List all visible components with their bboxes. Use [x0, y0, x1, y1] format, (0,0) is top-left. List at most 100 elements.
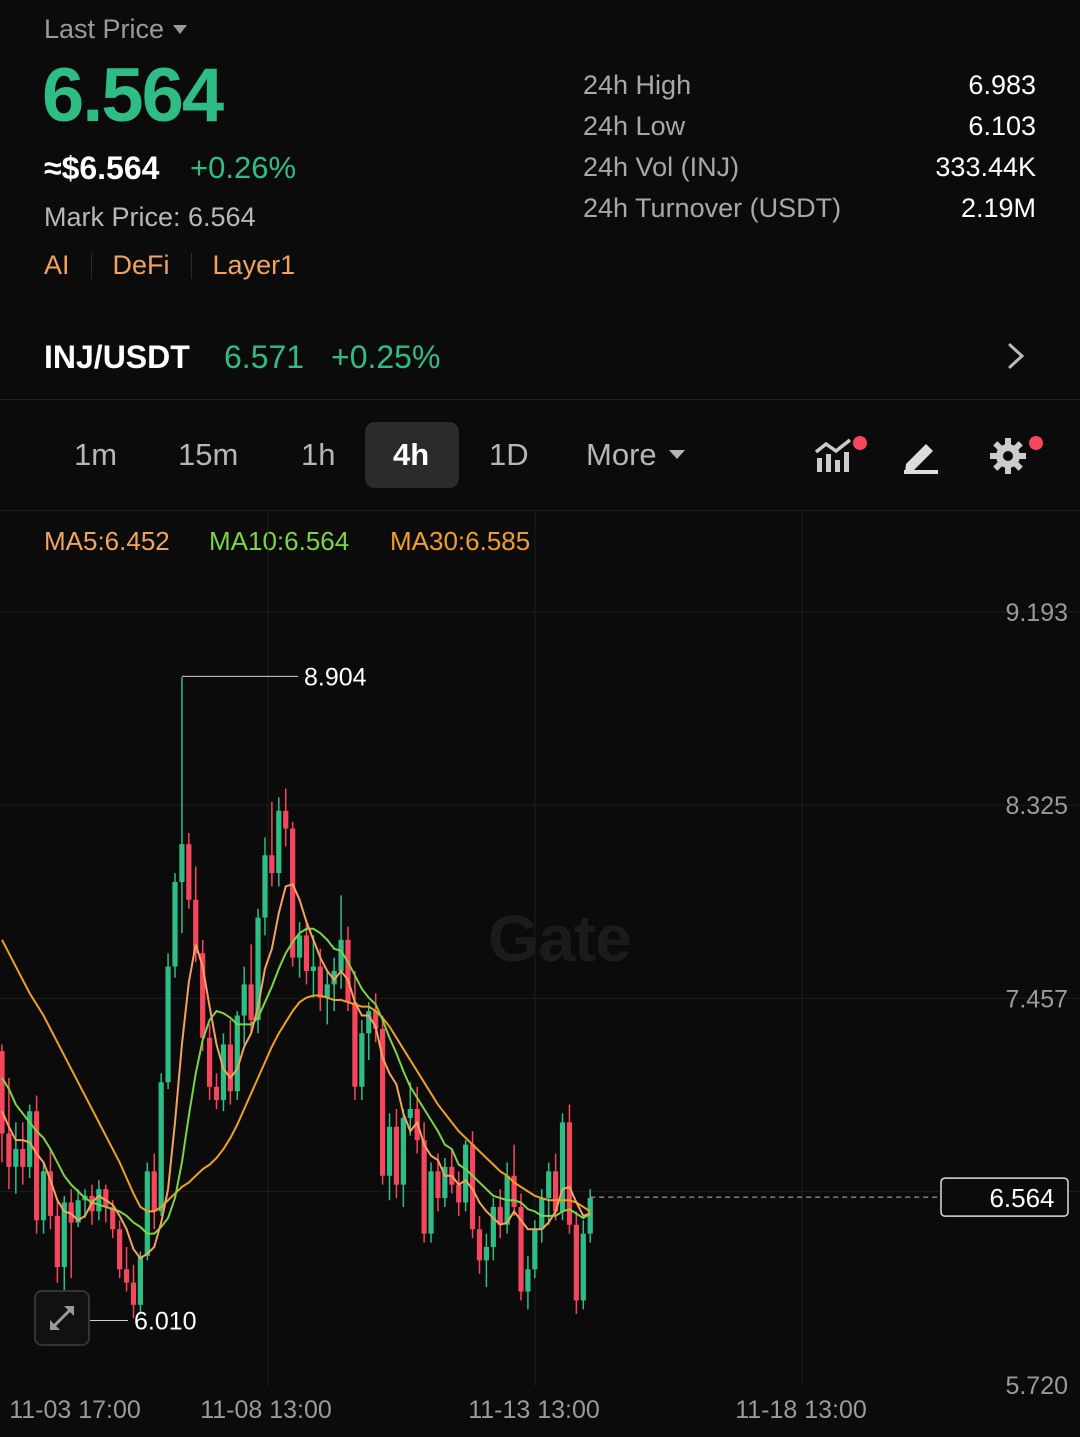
candle-body	[407, 1109, 413, 1118]
last-price-selector[interactable]: Last Price	[44, 14, 188, 45]
settings-gear-icon[interactable]	[988, 434, 1048, 478]
candle-body	[13, 1149, 19, 1167]
expand-button[interactable]	[34, 1290, 90, 1346]
candle-body	[456, 1184, 462, 1203]
tag-ai[interactable]: AI	[44, 250, 70, 281]
ma10-line	[1, 927, 591, 1235]
tab-4h[interactable]: 4h	[393, 437, 429, 473]
candle-body	[54, 1215, 60, 1268]
candle-body	[40, 1171, 47, 1221]
candle-body	[366, 1011, 372, 1034]
candle-body	[546, 1171, 552, 1199]
candle-body	[476, 1229, 483, 1261]
candle-body	[130, 1282, 137, 1305]
stat-value-24h-vol: 333.44K	[935, 152, 1036, 182]
ma30-line	[1, 939, 591, 1213]
candle-body	[283, 810, 289, 829]
candle-body	[317, 966, 323, 998]
mark-price: Mark Price: 6.564	[44, 202, 256, 232]
candle-body	[123, 1269, 130, 1283]
candle-body	[227, 1044, 233, 1092]
candle-body	[463, 1144, 469, 1203]
candle-body	[165, 966, 171, 1083]
candle-body	[269, 855, 275, 874]
tab-1m[interactable]: 1m	[74, 437, 117, 473]
candle-body	[532, 1229, 538, 1270]
candle-body	[386, 1126, 393, 1176]
candle-body	[296, 935, 303, 958]
candle-body	[234, 1015, 240, 1092]
candle-body	[393, 1126, 400, 1185]
divider	[0, 399, 1080, 400]
x-axis-tick-label: 11-18 13:00	[735, 1396, 867, 1424]
candle-body	[324, 984, 330, 998]
candle-body	[0, 1051, 5, 1134]
candle-body	[144, 1171, 150, 1256]
candle-body	[207, 1037, 213, 1087]
candle-body	[345, 939, 351, 1003]
candle-body	[158, 1082, 164, 1212]
stat-value-24h-low: 6.103	[968, 111, 1036, 141]
candle-body	[400, 1117, 406, 1185]
candle-body	[6, 1133, 12, 1167]
candle-body	[179, 844, 185, 882]
price-change-percent: +0.26%	[190, 150, 297, 185]
tag-divider	[90, 252, 92, 279]
candle-body	[359, 1033, 365, 1087]
candle-body	[151, 1171, 157, 1212]
candle-body	[241, 984, 247, 1016]
candle-body	[525, 1269, 531, 1292]
stat-value-24h-high: 6.983	[968, 70, 1036, 100]
pair-change: +0.25%	[331, 339, 441, 375]
x-axis-tick-label: 11-08 13:00	[200, 1396, 332, 1424]
last-price-value: 6.564	[42, 53, 224, 138]
chevron-right-icon[interactable]	[1004, 343, 1028, 369]
more-label: More	[586, 437, 657, 472]
last-price-label: Last Price	[44, 14, 165, 44]
candle-body	[421, 1140, 427, 1234]
candle-body	[490, 1206, 496, 1248]
y-axis-tick-label: 8.325	[1005, 792, 1068, 820]
candle-body	[248, 984, 254, 1020]
candle-body	[435, 1171, 441, 1199]
low-marker-label: 6.010	[134, 1307, 197, 1335]
tab-1h[interactable]: 1h	[301, 437, 335, 473]
tag-defi[interactable]: DeFi	[113, 250, 170, 281]
expand-arrows-icon	[50, 1306, 74, 1330]
tab-15m[interactable]: 15m	[178, 437, 238, 473]
notification-dot	[1029, 436, 1043, 450]
stat-label-24h-low: 24h Low	[583, 111, 686, 141]
stat-label-24h-vol: 24h Vol (INJ)	[583, 152, 740, 182]
caret-down-icon	[173, 25, 188, 34]
y-axis-tick-label: 5.720	[1005, 1372, 1068, 1400]
tab-1d[interactable]: 1D	[489, 437, 529, 473]
caret-down-icon	[668, 450, 685, 459]
usd-price: ≈$6.564	[44, 150, 160, 186]
candle-body	[573, 1224, 579, 1301]
tab-more[interactable]: More	[586, 437, 685, 473]
candle-body	[186, 844, 192, 900]
candle-body	[428, 1171, 434, 1234]
stat-label-24h-turnover: 24h Turnover (USDT)	[583, 193, 842, 223]
high-marker-label: 8.904	[304, 663, 367, 691]
y-axis-tick-label: 7.457	[1005, 985, 1068, 1013]
candle-body	[213, 1086, 220, 1101]
tag-divider	[190, 252, 192, 279]
candle-body	[137, 1255, 143, 1305]
stat-label-24h-high: 24h High	[583, 70, 692, 100]
tag-layer1[interactable]: Layer1	[213, 250, 296, 281]
draw-pen-icon[interactable]	[900, 436, 942, 476]
candle-body	[20, 1149, 26, 1167]
indicators-icon[interactable]	[812, 434, 872, 478]
candle-body	[276, 810, 282, 874]
x-axis-tick-label: 11-03 17:00	[9, 1396, 141, 1424]
stat-value-24h-turnover: 2.19M	[960, 193, 1036, 223]
x-axis-tick-label: 11-13 13:00	[468, 1396, 600, 1424]
tag-list: AI DeFi Layer1	[44, 250, 295, 281]
candlestick-chart[interactable]: 8.904 6.010 6.564 9.193 8.325 7.457 5.720 11-03…	[0, 511, 1080, 1437]
candle-body	[96, 1189, 102, 1212]
notification-dot	[853, 436, 867, 450]
candle-body	[303, 935, 310, 972]
candle-body	[580, 1233, 586, 1301]
y-axis-tick-label: 9.193	[1005, 599, 1068, 627]
